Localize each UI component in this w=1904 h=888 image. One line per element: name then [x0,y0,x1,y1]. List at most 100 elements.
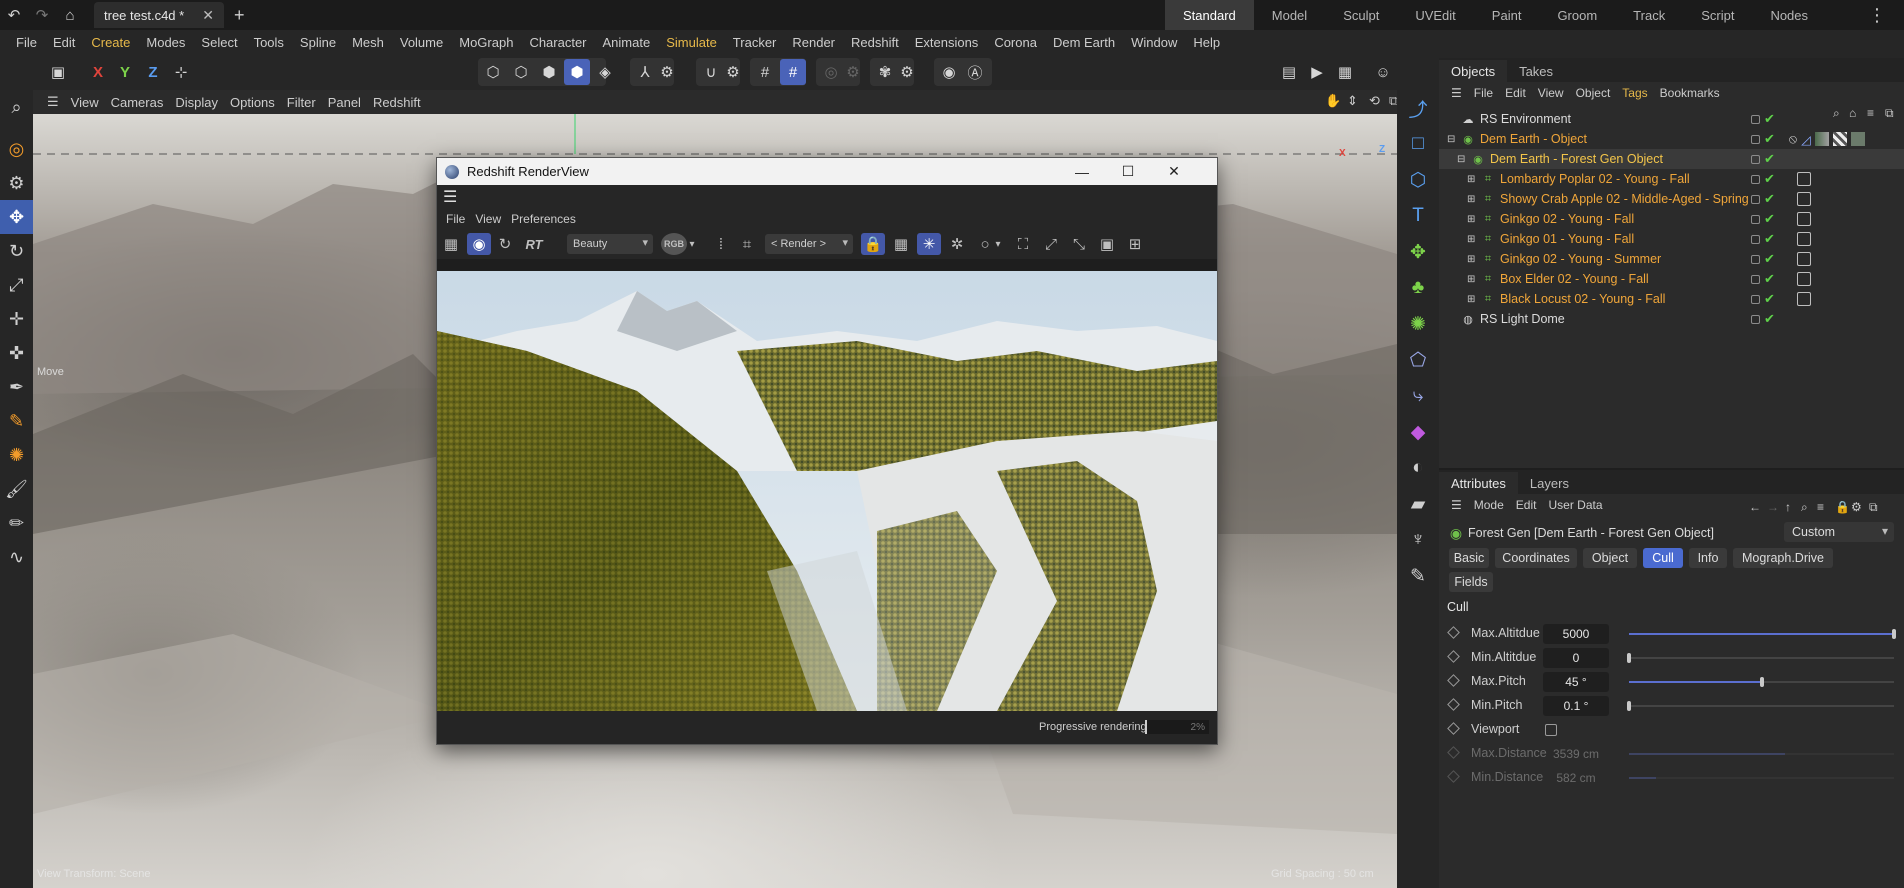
renderview-titlebar[interactable]: Redshift RenderView — ☐ ✕ [437,158,1217,185]
enabled-check-icon[interactable]: ✔ [1764,111,1775,127]
menu-redshift[interactable]: Redshift [843,35,907,50]
viewport-menu-icon[interactable]: ☰ [41,94,65,110]
viewport-menu-cameras[interactable]: Cameras [105,95,170,110]
param-slider[interactable] [1629,753,1894,755]
keyframe-icon[interactable] [1447,650,1460,663]
layout-tab-model[interactable]: Model [1254,0,1325,30]
enabled-check-icon[interactable]: ✔ [1764,211,1775,227]
keyframe-icon[interactable] [1447,722,1460,735]
axis-y-button[interactable]: Y [112,59,138,85]
polygons-mode-icon[interactable]: ⬢ [536,59,562,85]
menu-select[interactable]: Select [193,35,245,50]
magnet-settings-icon[interactable]: ⚙ [720,59,746,85]
viewport-checkbox[interactable] [1545,724,1557,736]
axis-settings-icon[interactable]: ⚙ [654,59,680,85]
expand-icon[interactable]: ⊞ [1467,254,1481,265]
new-tab-icon[interactable]: + [234,5,245,26]
expand-icon[interactable]: ⊞ [1467,194,1481,205]
refresh-render-icon[interactable]: ↻ [493,233,517,255]
objects-menu-file[interactable]: File [1468,86,1499,100]
grid-overlay-icon[interactable]: ⁞ [709,233,733,255]
spline-pen-icon[interactable]: ✎ [0,404,33,438]
sculpt-brush-icon[interactable]: ✺ [0,438,33,472]
rgb-channel-button[interactable]: RGB [661,233,687,255]
keyframe-icon[interactable] [1447,746,1460,759]
live-selection-icon[interactable]: ◎ [0,132,33,166]
close-window-icon[interactable]: ✕ [1151,158,1197,185]
object-mode-icon[interactable]: ▣ [45,59,71,85]
symmetry-settings-icon[interactable]: ⚙ [894,59,920,85]
forbidden-tag-icon[interactable]: ⦸ [1789,132,1797,147]
tab-takes[interactable]: Takes [1507,60,1565,82]
postfx-icon[interactable]: ✲ [945,233,969,255]
tree-row-tree[interactable]: ⊞ ⌗ Black Locust 02 - Young - Fall ✔ [1439,289,1904,309]
cube-icon[interactable]: ⬡ [1397,162,1439,198]
subtab-basic[interactable]: Basic [1449,548,1489,568]
minimize-icon[interactable]: — [1059,158,1105,185]
rotate-tool-icon[interactable]: ↻ [0,234,33,268]
keyframe-icon[interactable] [1447,626,1460,639]
menu-mesh[interactable]: Mesh [344,35,392,50]
note-tag-icon[interactable] [1797,252,1811,266]
magnet-tool-icon[interactable]: ∿ [0,540,33,574]
collapse-icon[interactable]: ⊟ [1447,134,1461,145]
collapse-icon[interactable]: ⊟ [1457,154,1471,165]
keyframe-icon[interactable] [1447,698,1460,711]
expand-icon[interactable]: ⊞ [1467,274,1481,285]
param-slider[interactable] [1627,653,1894,663]
render-clapper-icon[interactable]: ▦ [439,233,463,255]
close-tab-icon[interactable]: ✕ [202,7,214,24]
pen-tool-icon[interactable]: ✒ [0,370,33,404]
render-output-image[interactable] [437,271,1217,711]
snapshot-icon[interactable]: ▣ [1095,233,1119,255]
subtab-coordinates[interactable]: Coordinates [1495,548,1577,568]
placement-tool-icon[interactable]: ✜ [0,336,33,370]
objects-menu-bookmarks[interactable]: Bookmarks [1654,86,1726,100]
menu-volume[interactable]: Volume [392,35,451,50]
camera-icon[interactable]: ▰ [1397,486,1439,522]
note-tag-icon[interactable] [1797,212,1811,226]
objects-menu-object[interactable]: Object [1570,86,1617,100]
subtab-cull[interactable]: Cull [1643,548,1683,568]
tree-row-tree[interactable]: ⊞ ⌗ Box Elder 02 - Young - Fall ✔ [1439,269,1904,289]
field-icon[interactable]: ⤷ [1397,378,1439,414]
tree-row-dem-earth-object[interactable]: ⊟ ◉ Dem Earth - Object ✔ ⦸ ◿ [1439,129,1904,149]
expand-icon[interactable]: ⊞ [1467,174,1481,185]
soft-settings-icon[interactable]: ⚙ [840,59,866,85]
note-tag-icon[interactable] [1797,232,1811,246]
uv-mode-icon[interactable]: ◈ [592,59,618,85]
deformer-icon[interactable]: ⬠ [1397,342,1439,378]
crop-region-icon[interactable]: ⌗ [735,233,759,255]
param-value-field[interactable]: 3539 cm [1543,744,1609,764]
expand-icon[interactable]: ⊞ [1467,214,1481,225]
environment-icon[interactable]: ◐ [1397,450,1439,486]
tab-attributes[interactable]: Attributes [1439,472,1518,494]
home-icon[interactable]: ⌂ [56,0,84,30]
tree-row-tree[interactable]: ⊞ ⌗ Lombardy Poplar 02 - Young - Fall ✔ [1439,169,1904,189]
channel-dropdown-icon[interactable]: ▾ [685,233,699,255]
subtab-mograph-drive[interactable]: Mograph.Drive [1733,548,1833,568]
lock-camera-icon[interactable]: 🔒 [861,233,885,255]
menu-dem-earth[interactable]: Dem Earth [1045,35,1123,50]
objects-menu-view[interactable]: View [1532,86,1570,100]
layout-tab-paint[interactable]: Paint [1474,0,1540,30]
add-snapshot-icon[interactable]: ⊞ [1123,233,1147,255]
tile-view-icon[interactable]: ▦ [889,233,913,255]
param-value-field[interactable]: 0 [1543,648,1609,668]
selection-settings-icon[interactable]: ⚙ [0,166,33,200]
layout-tab-standard[interactable]: Standard [1165,0,1254,30]
paint-brush-icon[interactable]: 🖌 [0,472,33,506]
viewport-menu-options[interactable]: Options [224,95,281,110]
menu-tools[interactable]: Tools [246,35,292,50]
viewport-menu-filter[interactable]: Filter [281,95,322,110]
hud-icon[interactable]: ◉ [936,59,962,85]
more-options-icon[interactable]: ⋮ [1868,5,1886,26]
workplane-snap-icon[interactable]: # [780,59,806,85]
enabled-check-icon[interactable]: ✔ [1764,151,1775,167]
param-value-field[interactable]: 0.1 ° [1543,696,1609,716]
enabled-check-icon[interactable]: ✔ [1764,131,1775,147]
picture-viewer-icon[interactable]: ▦ [1332,59,1358,85]
layout-tab-sculpt[interactable]: Sculpt [1325,0,1397,30]
layout-tab-groom[interactable]: Groom [1539,0,1615,30]
region-render-icon[interactable]: ⤡ [1067,233,1091,255]
